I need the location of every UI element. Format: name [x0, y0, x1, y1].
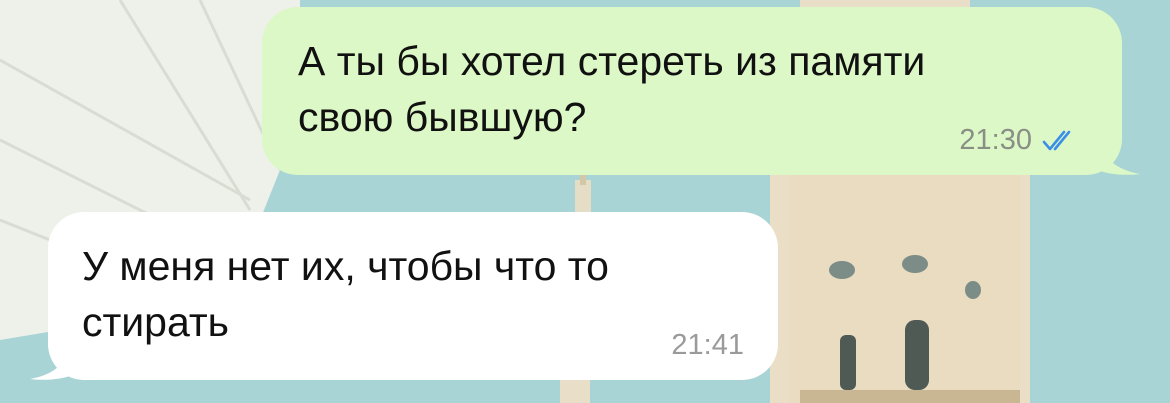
double-check-read-icon — [1042, 130, 1071, 150]
message-text: У меня нет их, чтобы что то стирать — [82, 243, 609, 345]
outgoing-message-bubble[interactable]: А ты бы хотел стереть из памяти свою быв… — [262, 7, 1122, 175]
incoming-message-bubble[interactable]: У меня нет их, чтобы что то стирать 21:4… — [48, 212, 778, 380]
message-meta: 21:41 — [671, 329, 744, 362]
incoming-bubble-tail — [30, 345, 72, 380]
message-meta: 21:30 — [959, 124, 1076, 157]
outgoing-bubble-tail — [1098, 140, 1140, 175]
message-time: 21:41 — [671, 329, 744, 361]
message-time: 21:30 — [959, 124, 1032, 156]
